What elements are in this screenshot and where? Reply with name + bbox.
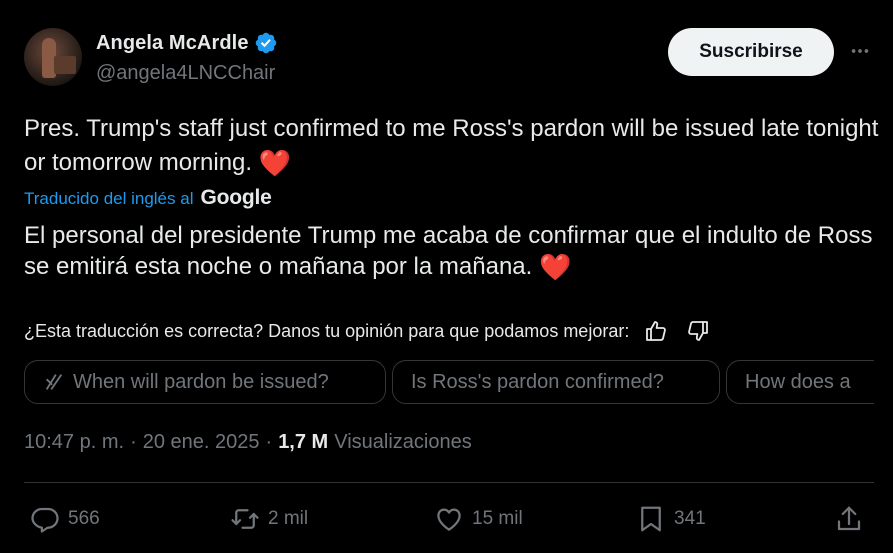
reply-count: 566 (68, 508, 100, 529)
translation-body: El personal del presidente Trump me acab… (24, 222, 873, 280)
grok-suggestion-text: When will pardon be issued? (73, 370, 329, 393)
like-count: 15 mil (472, 508, 523, 529)
avatar-podium (54, 56, 76, 74)
tweet-time[interactable]: 10:47 p. m. (24, 431, 124, 454)
reply-icon (31, 507, 59, 533)
avatar[interactable] (24, 28, 82, 86)
bookmark-button[interactable]: 341 (636, 500, 706, 538)
subscribe-button[interactable]: Suscribirse (668, 28, 834, 76)
grok-suggestion-chip[interactable]: When will pardon be issued? (24, 360, 386, 404)
tweet-body: Pres. Trump's staff just confirmed to me… (24, 115, 879, 176)
translation-attribution: Traducido del inglés al Google (24, 186, 272, 210)
like-button[interactable]: 15 mil (434, 500, 523, 538)
verified-badge-icon (255, 32, 276, 54)
views-count: 1,7 M (278, 431, 329, 453)
views-label: Visualizaciones (334, 431, 472, 453)
grok-suggestion-text: How does a (745, 370, 851, 393)
tweet-text: Pres. Trump's staff just confirmed to me… (24, 112, 884, 180)
red-heart-icon: ❤️ (538, 252, 572, 282)
grok-suggestions: When will pardon be issued? Is Ross's pa… (24, 360, 874, 406)
repost-icon (231, 509, 259, 529)
red-heart-icon: ❤️ (258, 148, 292, 178)
author-name[interactable]: Angela McArdle (96, 32, 249, 55)
more-options-icon[interactable] (847, 38, 873, 64)
thumbs-up-icon[interactable] (641, 316, 671, 346)
tweet-meta: 10:47 p. m. · 20 ene. 2025 · 1,7 M Visua… (24, 431, 472, 454)
bookmark-icon (641, 506, 661, 532)
feedback-prompt: ¿Esta traducción es correcta? Danos tu o… (24, 320, 630, 341)
grok-icon (45, 374, 63, 390)
author-handle[interactable]: @angela4LNCChair (96, 62, 275, 85)
translated-label[interactable]: Traducido del inglés al (24, 189, 193, 209)
translated-text: El personal del presidente Trump me acab… (24, 220, 884, 283)
heart-icon (437, 508, 461, 531)
translation-feedback: ¿Esta traducción es correcta? Danos tu o… (24, 316, 713, 346)
reply-button[interactable]: 566 (30, 500, 100, 538)
grok-suggestion-text: Is Ross's pardon confirmed? (411, 370, 664, 393)
meta-separator: · (130, 431, 137, 453)
google-logo: Google (200, 186, 272, 209)
thumbs-down-icon[interactable] (683, 316, 713, 346)
share-icon (837, 506, 861, 531)
grok-suggestion-chip[interactable]: Is Ross's pardon confirmed? (392, 360, 720, 404)
bookmark-count: 341 (674, 508, 706, 529)
grok-suggestion-chip[interactable]: How does a (726, 360, 874, 404)
meta-separator: · (265, 431, 273, 453)
action-bar: 566 2 mil 15 mil 341 (24, 500, 874, 540)
divider (24, 482, 874, 483)
repost-count: 2 mil (268, 508, 309, 529)
author-name-row[interactable]: Angela McArdle (96, 31, 278, 55)
repost-button[interactable]: 2 mil (230, 500, 308, 538)
share-button[interactable] (834, 500, 864, 538)
tweet-date[interactable]: 20 ene. 2025 (143, 431, 260, 454)
